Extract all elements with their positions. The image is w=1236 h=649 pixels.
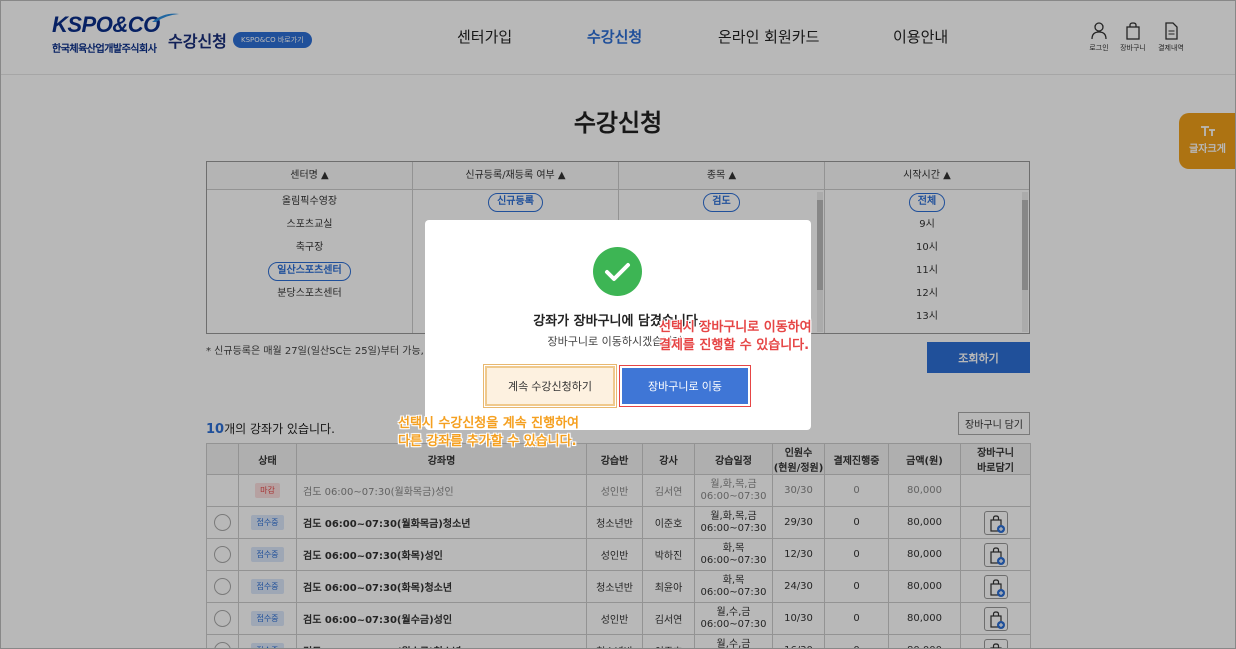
annotation-continue: 선택시 수강신청을 계속 진행하여 다른 강좌를 추가할 수 있습니다.	[398, 415, 579, 451]
continue-apply-button[interactable]: 계속 수강신청하기	[483, 364, 617, 408]
go-to-cart-button[interactable]: 장바구니로 이동	[619, 365, 751, 407]
annotation-line: 선택시 장바구니로 이동하여	[659, 320, 812, 335]
check-icon	[593, 247, 642, 296]
annotation-line: 선택시 수강신청을 계속 진행하여	[398, 416, 580, 431]
annotation-line: 결제를 진행할 수 있습니다.	[659, 338, 810, 353]
annotation-line: 다른 강좌를 추가할 수 있습니다.	[398, 434, 577, 449]
annotation-go-to-cart: 선택시 장바구니로 이동하여 결제를 진행할 수 있습니다.	[659, 319, 812, 355]
